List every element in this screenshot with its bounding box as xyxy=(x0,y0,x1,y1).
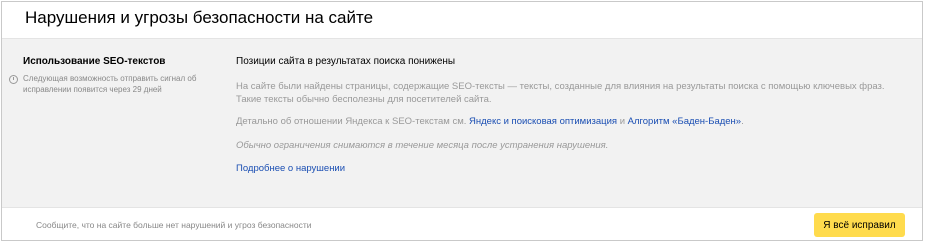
violation-name: Использование SEO-текстов xyxy=(23,56,166,67)
next-signal-note: Следующая возможность отправить сигнал о… xyxy=(23,74,197,94)
details-end: . xyxy=(741,116,744,127)
details-and: и xyxy=(619,116,625,127)
fixed-all-button[interactable]: Я всё исправил xyxy=(814,213,905,237)
details-line: Детально об отношении Яндекса к SEO-текс… xyxy=(236,116,744,127)
details-prefix: Детально об отношении Яндекса к SEO-текс… xyxy=(236,116,467,127)
violation-headline: Позиции сайта в результатах поиска пониж… xyxy=(236,56,456,67)
more-about-violation-link[interactable]: Подробнее о нарушении xyxy=(236,163,345,174)
page-title: Нарушения и угрозы безопасности на сайте xyxy=(25,8,374,27)
seo-optimization-link[interactable]: Яндекс и поисковая оптимизация xyxy=(469,116,617,127)
violation-panel: Использование SEO-текстов Следующая возм… xyxy=(2,38,922,208)
footer-hint: Сообщите, что на сайте больше нет наруше… xyxy=(36,220,312,230)
restriction-note: Обычно ограничения снимаются в течение м… xyxy=(236,140,609,151)
clock-icon xyxy=(9,75,18,84)
violation-description: На сайте были найдены страницы, содержащ… xyxy=(236,81,885,105)
more-about-violation: Подробнее о нарушении xyxy=(236,163,345,174)
baden-baden-link[interactable]: Алгоритм «Баден-Баден» xyxy=(628,116,741,127)
security-violations-card: Нарушения и угрозы безопасности на сайте… xyxy=(1,1,923,241)
